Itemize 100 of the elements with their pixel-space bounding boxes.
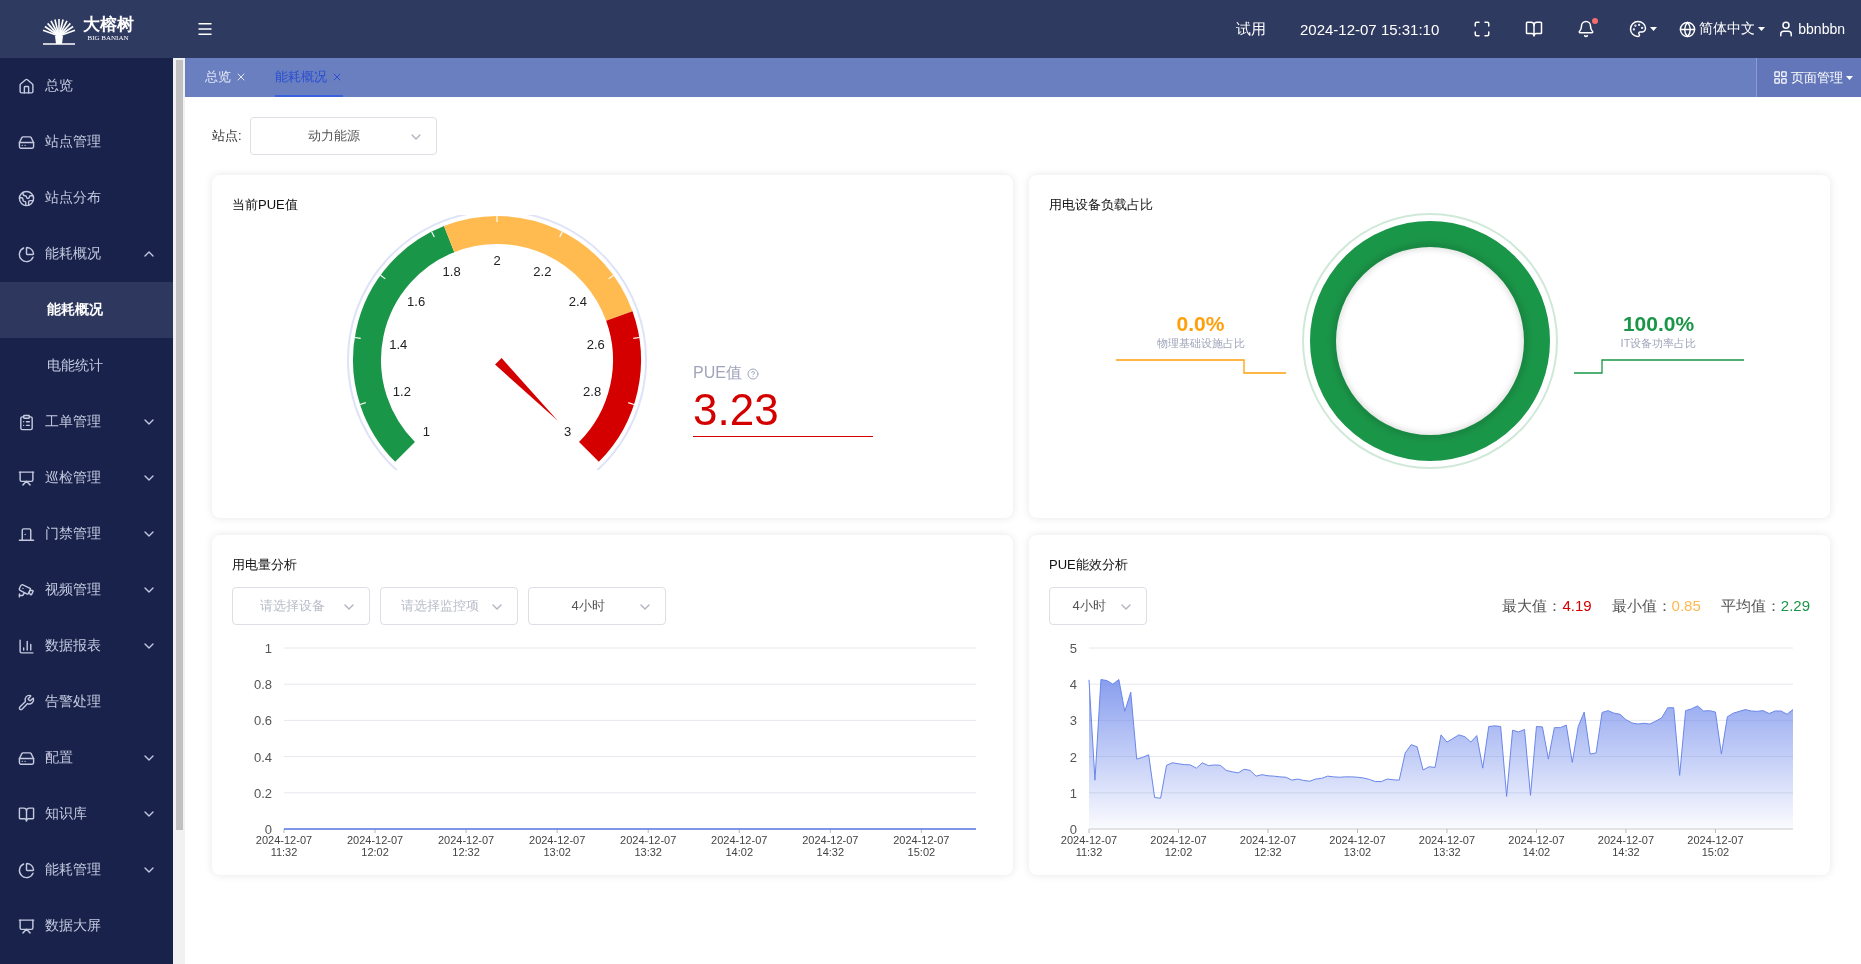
x-axis-label: 2024-12-07 14:02 — [711, 834, 768, 858]
house-icon — [18, 77, 35, 95]
stat-value: 4.19 — [1562, 596, 1592, 616]
load-label: IT设备功率占比 — [1620, 335, 1697, 350]
stat-label: 最小值： — [1611, 596, 1672, 616]
drive-icon — [18, 133, 35, 151]
y-axis-label: 0.6 — [253, 713, 272, 729]
caret-icon — [1846, 75, 1853, 80]
gauge-tick-label: 1.2 — [392, 383, 411, 399]
gauge-tick-label: 1.4 — [389, 337, 408, 353]
caret-icon — [1758, 27, 1766, 31]
bar-chart-icon — [18, 637, 35, 655]
caret-icon — [1650, 27, 1658, 31]
gauge-tick-label: 2.4 — [568, 294, 587, 310]
x-axis-label: 2024-12-07 11:32 — [255, 834, 313, 858]
sidebar-item[interactable]: 总览 — [0, 58, 173, 114]
x-axis-label: 2024-12-07 15:02 — [893, 834, 950, 858]
sidebar-item[interactable]: 门禁管理 — [0, 506, 173, 562]
notification-button[interactable] — [1577, 20, 1596, 38]
pue-value: 3.23 — [693, 384, 873, 437]
y-axis-label: 5 — [1069, 641, 1077, 656]
sidebar-item[interactable]: 工单管理 — [0, 394, 173, 450]
page-manage-button[interactable]: 页面管理 — [1756, 58, 1861, 97]
y-axis-label: 1 — [1069, 785, 1077, 801]
door-icon — [18, 525, 35, 543]
sidebar-subitem[interactable]: 电能统计 — [0, 338, 173, 394]
drive-icon — [18, 749, 35, 767]
sidebar-item[interactable]: 视频管理 — [0, 562, 173, 618]
grid-icon — [1773, 70, 1788, 85]
pie-chart-icon — [18, 861, 35, 879]
sidebar-item[interactable]: 能耗管理 — [0, 842, 173, 898]
site-select[interactable]: 动力能源 — [249, 117, 437, 155]
card-title: 用电设备负载占比 — [1049, 196, 1154, 214]
stat-label: 平均值： — [1720, 596, 1781, 616]
sidebar-item[interactable]: 告警处理 — [0, 674, 173, 730]
book-icon — [18, 805, 35, 823]
x-axis-label: 2024-12-07 12:02 — [346, 834, 404, 858]
menu-toggle-button[interactable] — [196, 20, 214, 38]
card-title: PUE能效分析 — [1049, 556, 1129, 574]
gauge-tick-label: 1 — [422, 423, 430, 439]
book-button[interactable] — [1525, 20, 1544, 38]
x-axis-label: 2024-12-07 13:02 — [1329, 834, 1386, 858]
x-axis-label: 2024-12-07 14:02 — [1508, 834, 1565, 858]
gauge-tick-label: 2.2 — [533, 263, 552, 279]
x-axis-label: 2024-12-07 11:32 — [1060, 834, 1118, 858]
y-axis-label: 2 — [1069, 749, 1077, 765]
wrench-icon — [18, 693, 35, 711]
logo-name: 大榕树 — [82, 16, 134, 33]
sidebar-item[interactable]: 能耗概况 — [0, 226, 173, 282]
y-axis-label: 3 — [1069, 713, 1077, 729]
card-title: 当前PUE值 — [232, 196, 299, 214]
y-axis-label: 0.8 — [253, 677, 272, 693]
sidebar-item[interactable]: 站点管理 — [0, 114, 173, 170]
pue-label: PUE值 — [693, 363, 742, 383]
scrollbar[interactable] — [173, 58, 185, 964]
theme-button[interactable] — [1629, 20, 1658, 38]
sidebar-subitem[interactable]: 能耗概况 — [0, 282, 173, 338]
gauge-tick-label: 2.6 — [586, 337, 605, 353]
dropdown-field[interactable]: 4小时 — [1049, 587, 1147, 625]
x-axis-label: 2024-12-07 13:32 — [620, 834, 677, 858]
camera-icon — [18, 581, 35, 599]
sidebar-item[interactable]: 知识库 — [0, 786, 173, 842]
x-axis-label: 2024-12-07 12:32 — [437, 834, 495, 858]
y-axis-label: 0 — [1069, 822, 1077, 837]
y-axis-label: 4 — [1069, 677, 1077, 693]
x-axis-label: 2024-12-07 14:32 — [802, 834, 859, 858]
sidebar-item[interactable]: 站点分布 — [0, 170, 173, 226]
globe-icon — [18, 189, 35, 207]
language-button[interactable]: 简体中文 — [1679, 20, 1766, 38]
stat-label: 最大值： — [1502, 596, 1563, 616]
gauge-tick-label: 2 — [493, 253, 501, 268]
card-title: 用电量分析 — [232, 556, 298, 574]
stat-value: 0.85 — [1671, 596, 1701, 616]
sidebar-item[interactable]: 巡检管理 — [0, 450, 173, 506]
dropdown-field[interactable]: 4小时 — [528, 587, 666, 625]
monitor-chart-icon — [18, 917, 35, 935]
sidebar-item[interactable]: 配置 — [0, 730, 173, 786]
gauge-tick-label: 3 — [564, 423, 572, 439]
gauge-tick-label: 2.8 — [583, 383, 602, 399]
x-axis-label: 2024-12-07 13:32 — [1418, 834, 1476, 858]
site-label: 站点: — [212, 127, 242, 145]
stat-value: 2.29 — [1780, 596, 1810, 616]
load-label: 物理基础设施占比 — [1156, 335, 1245, 350]
x-axis-label: 2024-12-07 12:02 — [1150, 834, 1207, 858]
clipboard-icon — [18, 413, 35, 431]
load-percent: 100.0% — [1622, 311, 1695, 336]
x-axis-label: 2024-12-07 15:02 — [1687, 834, 1744, 858]
y-axis-label: 0.2 — [253, 785, 272, 801]
sidebar-item[interactable]: 数据大屏 — [0, 898, 173, 954]
x-axis-label: 2024-12-07 12:32 — [1239, 834, 1297, 858]
user-button[interactable]: bbnbbn — [1777, 20, 1845, 38]
x-axis-label: 2024-12-07 13:02 — [529, 834, 586, 858]
pie-chart-icon — [18, 245, 35, 263]
fullscreen-button[interactable] — [1473, 20, 1492, 38]
gauge-needle — [495, 358, 558, 421]
globe-icon — [1679, 20, 1697, 38]
y-axis-label: 0 — [264, 822, 272, 837]
sidebar-item[interactable]: 数据报表 — [0, 618, 173, 674]
trial-label: 试用 — [1236, 19, 1266, 39]
y-axis-label: 1 — [264, 641, 272, 656]
